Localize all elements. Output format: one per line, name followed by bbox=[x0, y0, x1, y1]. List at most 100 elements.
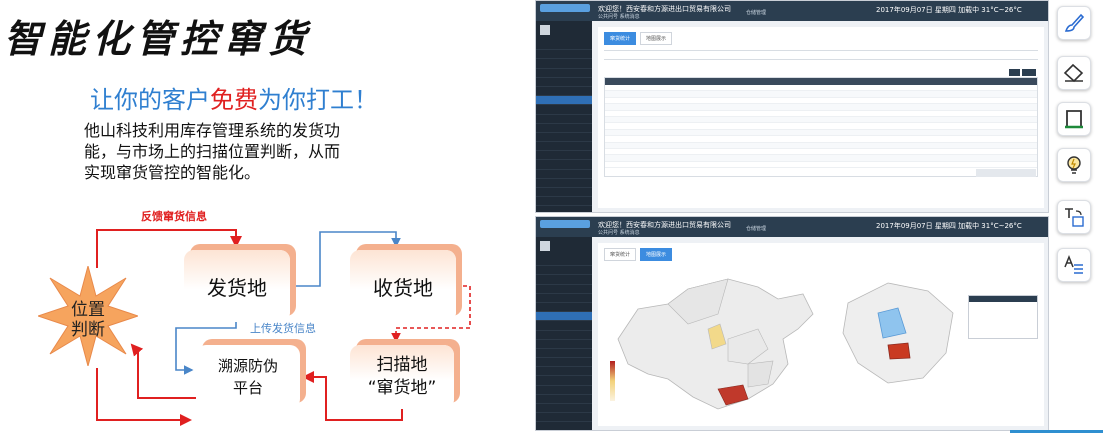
region-map[interactable] bbox=[828, 263, 968, 403]
sidebar-item[interactable] bbox=[536, 321, 592, 331]
sidebar-item[interactable] bbox=[536, 41, 592, 51]
sidebar-item[interactable] bbox=[536, 151, 592, 161]
sidebar-item[interactable] bbox=[536, 266, 592, 276]
sidebar-item[interactable] bbox=[536, 404, 592, 414]
sidebar-item[interactable] bbox=[536, 294, 592, 303]
topbar-links[interactable]: 公共问号 系统消息 bbox=[598, 13, 640, 20]
sidebar-item[interactable] bbox=[536, 179, 592, 188]
main-content: 窜货统计 地图展示 bbox=[598, 27, 1044, 208]
sidebar-item[interactable] bbox=[536, 367, 592, 377]
pagination[interactable] bbox=[976, 169, 1036, 177]
tab-bar: 窜货统计 地图展示 bbox=[604, 248, 673, 261]
sidebar-item[interactable] bbox=[536, 257, 592, 267]
node-trace-platform: 溯源防伪 平台 bbox=[196, 345, 300, 409]
sidebar-item[interactable] bbox=[536, 206, 592, 212]
sidebar-item[interactable] bbox=[536, 59, 592, 69]
frame-tool[interactable] bbox=[1057, 102, 1091, 136]
text-convert-icon bbox=[1065, 208, 1084, 227]
topbar-links[interactable]: 公共问号 系统消息 bbox=[598, 229, 640, 236]
tab-bar: 窜货统计 地图展示 bbox=[604, 32, 673, 45]
sidebar-item[interactable] bbox=[536, 188, 592, 198]
screenshot-map: 欢迎您！西安春和方源进出口贸易有限公司 公共问号 系统消息 仓储管理 2017年… bbox=[535, 216, 1049, 431]
app-logo bbox=[540, 220, 590, 228]
subtitle-post: 为你打工！ bbox=[258, 86, 378, 114]
sidebar-item[interactable] bbox=[536, 395, 592, 404]
topbar-center[interactable]: 仓储管理 bbox=[746, 9, 766, 16]
sidebar-item[interactable] bbox=[536, 133, 592, 143]
slide-title: 智能化管控窜货 bbox=[4, 16, 313, 61]
scan-line2: “窜货地” bbox=[367, 378, 437, 398]
date-weather: 2017年09月07日 星期四 加载中 31°C~26°C bbox=[876, 222, 1022, 230]
map-content: 窜货统计 地图展示 bbox=[598, 243, 1044, 426]
sidebar-item[interactable] bbox=[536, 331, 592, 340]
data-table bbox=[604, 77, 1038, 177]
position-line1: 位置 bbox=[71, 300, 105, 320]
sidebar-item[interactable] bbox=[536, 105, 592, 115]
position-label: 位置 判断 bbox=[60, 300, 116, 340]
trace-line1: 溯源防伪 bbox=[217, 357, 278, 375]
sidebar-item[interactable] bbox=[536, 422, 592, 430]
subtitle-free: 免费 bbox=[210, 86, 258, 114]
sidebar-item[interactable] bbox=[536, 303, 592, 313]
bottom-accent-line bbox=[1010, 430, 1103, 433]
text-format-icon bbox=[1064, 254, 1083, 274]
sidebar-item-active[interactable] bbox=[536, 312, 592, 322]
brush-icon bbox=[1064, 13, 1085, 32]
slide-description: 他山科技利用库存管理系统的发货功能，与市场上的扫描位置判断，从而实现窜货管控的智… bbox=[84, 121, 341, 182]
slide-panel: 智能化管控窜货 让你的客户免费为你打工！ 他山科技利用库存管理系统的发货功能，与… bbox=[0, 0, 525, 435]
scan-line1: 扫描地 bbox=[376, 355, 428, 375]
text-format-tool[interactable] bbox=[1057, 248, 1091, 282]
sidebar-item[interactable] bbox=[536, 124, 592, 133]
app-topbar: 欢迎您！西安春和方源进出口贸易有限公司 公共问号 系统消息 仓储管理 2017年… bbox=[536, 217, 1048, 237]
sidebar-item[interactable] bbox=[536, 78, 592, 87]
app-topbar: 欢迎您！西安春和方源进出口贸易有限公司 公共问号 系统消息 仓储管理 2017年… bbox=[536, 1, 1048, 21]
sidebar-item[interactable] bbox=[536, 376, 592, 386]
detail-panel bbox=[968, 295, 1038, 339]
avatar bbox=[540, 25, 550, 35]
tab-map[interactable]: 地图展示 bbox=[640, 248, 673, 261]
sidebar-item[interactable] bbox=[536, 349, 592, 359]
eraser-icon bbox=[1063, 63, 1084, 83]
text-convert-tool[interactable] bbox=[1057, 200, 1091, 234]
filter-area[interactable] bbox=[604, 47, 1038, 65]
sidebar-item[interactable] bbox=[536, 142, 592, 152]
trace-line2: 平台 bbox=[232, 379, 263, 397]
tab-stats[interactable]: 窜货统计 bbox=[604, 32, 637, 45]
action-buttons bbox=[1009, 69, 1036, 76]
tab-stats[interactable]: 窜货统计 bbox=[604, 248, 637, 261]
node-scan: 扫描地 “窜货地” bbox=[350, 345, 454, 409]
table-row[interactable] bbox=[605, 162, 1037, 169]
query-button[interactable] bbox=[1009, 69, 1021, 76]
sidebar-item[interactable] bbox=[536, 275, 592, 285]
sidebar-item-active[interactable] bbox=[536, 96, 592, 106]
feedback-label: 反馈窜货信息 bbox=[141, 210, 207, 223]
sidebar-item[interactable] bbox=[536, 160, 592, 170]
idea-tool[interactable] bbox=[1057, 148, 1091, 182]
brush-tool[interactable] bbox=[1057, 6, 1091, 40]
screenshot-table: 欢迎您！西安春和方源进出口贸易有限公司 公共问号 系统消息 仓储管理 2017年… bbox=[535, 0, 1049, 213]
sidebar-item[interactable] bbox=[536, 285, 592, 294]
app-sidebar bbox=[536, 237, 592, 430]
eraser-tool[interactable] bbox=[1057, 56, 1091, 90]
app-sidebar bbox=[536, 21, 592, 212]
frame-icon bbox=[1065, 110, 1083, 129]
table-header bbox=[605, 78, 1037, 85]
sidebar-item[interactable] bbox=[536, 413, 592, 423]
upload-label: 上传发货信息 bbox=[250, 322, 316, 335]
china-map[interactable] bbox=[608, 269, 818, 419]
tab-map[interactable]: 地图展示 bbox=[640, 32, 673, 45]
sidebar-item[interactable] bbox=[536, 87, 592, 97]
sidebar-item[interactable] bbox=[536, 115, 592, 124]
export-button[interactable] bbox=[1022, 69, 1036, 76]
avatar bbox=[540, 241, 550, 251]
sidebar-item[interactable] bbox=[536, 170, 592, 179]
sidebar-item[interactable] bbox=[536, 197, 592, 207]
sidebar-item[interactable] bbox=[536, 358, 592, 368]
sidebar-item[interactable] bbox=[536, 69, 592, 78]
map-legend bbox=[610, 361, 615, 401]
sidebar-item[interactable] bbox=[536, 340, 592, 349]
sidebar-item[interactable] bbox=[536, 386, 592, 395]
sidebar-item[interactable] bbox=[536, 50, 592, 60]
slide-subtitle: 让你的客户免费为你打工！ bbox=[90, 80, 378, 115]
topbar-center[interactable]: 仓储管理 bbox=[746, 225, 766, 232]
